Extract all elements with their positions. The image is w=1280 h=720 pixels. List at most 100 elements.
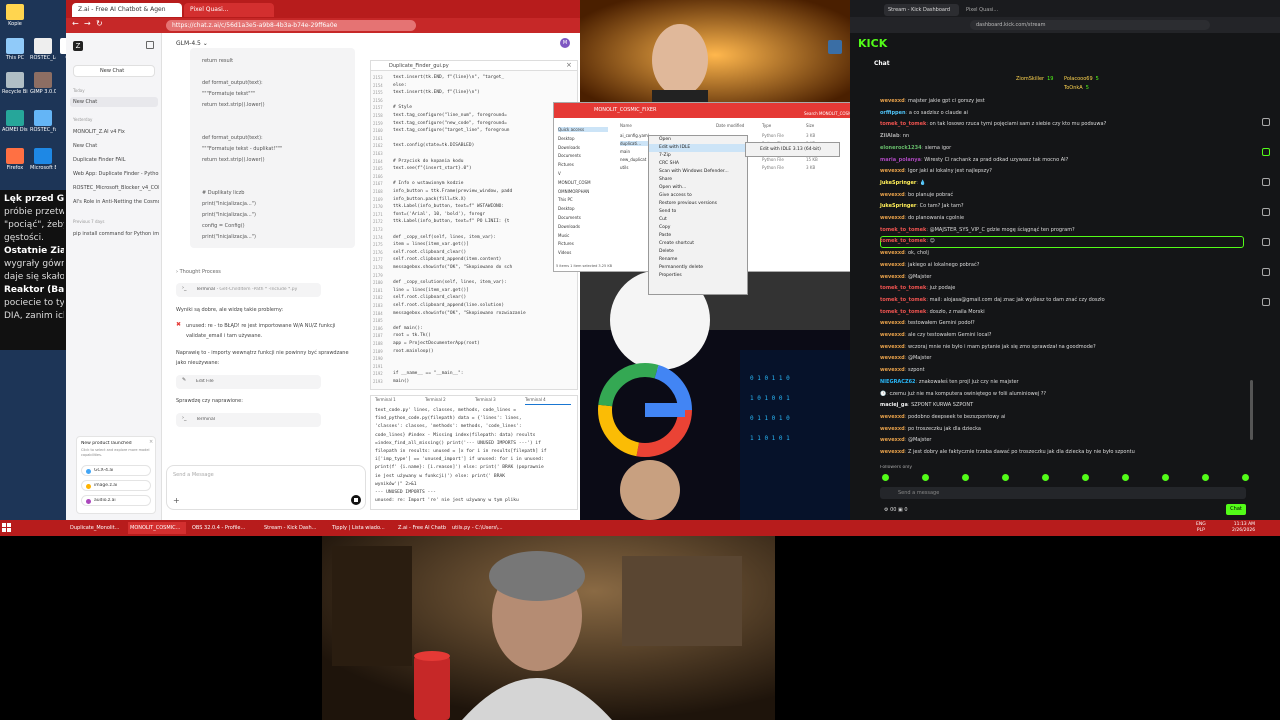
explorer-nav-item[interactable]: V <box>558 171 608 176</box>
browser-tab-zai[interactable]: Z.ai - Free AI Chatbot & Agen <box>72 3 182 17</box>
taskbar-app[interactable]: Stream - Kick Dash... <box>262 522 326 534</box>
explorer-column-header[interactable]: Name <box>620 123 632 128</box>
edit-file-card[interactable]: ✎ Edit File <box>176 375 321 389</box>
chat-username[interactable]: wevexxd <box>880 274 905 280</box>
kick-url[interactable]: dashboard.kick.com/stream <box>970 20 1210 30</box>
context-menu-item[interactable]: Open <box>649 136 747 144</box>
desktop-shortcut-icon[interactable]: This PC <box>2 38 28 61</box>
context-menu-item[interactable]: Share <box>649 176 747 184</box>
clock[interactable]: 11:13 AM 2/26/2026 <box>1232 522 1255 534</box>
language-indicator[interactable]: ENG PLP <box>1196 522 1206 534</box>
chat-username[interactable]: JukeSpringer <box>880 180 916 186</box>
desktop-shortcut-icon[interactable]: Firefox <box>2 148 28 171</box>
chat-username[interactable]: elonerock1234 <box>880 145 922 151</box>
desktop-shortcut-icon[interactable]: ROSTEC_Log <box>30 38 56 61</box>
chat-icon[interactable] <box>1262 148 1270 156</box>
context-menu-item[interactable]: Scan with Windows Defender... <box>649 168 747 176</box>
plus-icon[interactable]: + <box>173 496 180 505</box>
model-selector[interactable]: GLM-4.5 ⌄ <box>176 40 208 47</box>
submenu-edit-idle[interactable]: Edit with IDLE 3.13 (64-bit) <box>745 142 840 157</box>
chat-item[interactable]: New Chat <box>73 143 159 149</box>
context-menu-item[interactable]: Restore previous versions <box>649 200 747 208</box>
explorer-file-name[interactable]: new_duplicat <box>620 157 650 162</box>
chat-username[interactable]: wevexxd <box>880 192 905 198</box>
explorer-column-header[interactable]: Size <box>806 123 814 128</box>
taskbar-app[interactable]: Tipply | Lista wiado... <box>330 522 392 534</box>
chat-username[interactable]: maciej_ga <box>880 402 908 408</box>
explorer-nav-item[interactable]: Pictures <box>558 162 608 167</box>
taskbar-app[interactable]: OBS 32.0.4 - Profile... <box>190 522 256 534</box>
chat-item[interactable]: pip install command for Python imp. <box>73 231 159 237</box>
desktop-shortcut-icon[interactable]: AOMEI Disk <box>2 110 28 133</box>
promo-item[interactable]: image.z.ai <box>81 480 151 491</box>
emote-icon[interactable] <box>882 474 889 481</box>
chat-username[interactable]: tomek_to_tomek <box>880 297 926 303</box>
chat-username[interactable]: tomek_to_tomek <box>880 309 926 315</box>
explorer-nav-item[interactable]: Videos <box>558 250 608 255</box>
promo-item[interactable]: GCX-4.ai <box>81 465 151 476</box>
explorer-file-name[interactable]: ai_config.yaml <box>620 133 650 138</box>
chat-username[interactable]: wevexxd <box>880 320 905 326</box>
context-menu-item[interactable]: Copy <box>649 224 747 232</box>
taskbar-app[interactable]: MONOLIT_COSMIC... <box>128 522 186 534</box>
new-chat-button[interactable]: New Chat <box>73 65 155 77</box>
context-menu-item[interactable]: Permanently delete <box>649 264 747 272</box>
kick-tab[interactable]: Stream - Kick Dashboard <box>884 4 959 16</box>
terminal-tab[interactable]: Terminal 4 <box>525 397 571 405</box>
chat-username[interactable]: wevexxd <box>880 367 905 373</box>
emote-icon[interactable] <box>1122 474 1129 481</box>
wrench-icon[interactable] <box>1262 238 1270 246</box>
chat-username[interactable]: NIEGRACZ62 <box>880 379 916 385</box>
explorer-column-header[interactable]: Type <box>762 123 771 128</box>
link-icon[interactable] <box>1262 268 1270 276</box>
sidebar-toggle-icon[interactable] <box>146 41 154 49</box>
context-menu-item[interactable]: Rename <box>649 256 747 264</box>
chat-username[interactable]: wevexxd <box>880 332 905 338</box>
explorer-nav-item[interactable]: Pictures <box>558 241 608 246</box>
emote-icon[interactable] <box>1082 474 1089 481</box>
explorer-nav-item[interactable]: OMNIMORPHAN <box>558 189 608 194</box>
explorer-nav-item[interactable]: Desktop <box>558 136 608 141</box>
chat-input[interactable]: Send a message <box>880 487 1246 499</box>
context-menu-item[interactable]: Edit with IDLE <box>649 144 747 152</box>
desktop-file-icon[interactable] <box>828 40 842 54</box>
gear-icon[interactable] <box>1262 208 1270 216</box>
chat-username[interactable]: wevexxd <box>880 414 905 420</box>
message-input[interactable]: Send a Message <box>173 472 214 478</box>
context-menu-item[interactable]: Properties <box>649 272 747 280</box>
forward-icon[interactable]: → <box>84 19 91 28</box>
kick-tab-2[interactable]: Pixel Quasi... <box>966 4 1036 16</box>
desktop-shortcut-icon[interactable]: Microsoft Edge <box>30 148 56 171</box>
explorer-nav-item[interactable]: Music <box>558 233 608 238</box>
context-menu-item[interactable]: Paste <box>649 232 747 240</box>
explorer-file-name[interactable]: main <box>620 149 650 154</box>
close-icon[interactable]: × <box>566 61 572 69</box>
explorer-nav-item[interactable]: Documents <box>558 153 608 158</box>
emote-icon[interactable] <box>1042 474 1049 481</box>
taskbar-app[interactable]: Duplicate_Monolit... <box>68 522 126 534</box>
chat-username[interactable]: wevexxd <box>880 355 905 361</box>
chat-scrollbar[interactable] <box>1250 380 1253 440</box>
terminal-tab[interactable]: Terminal 1 <box>375 397 421 405</box>
chat-username[interactable]: wevexxd <box>880 426 905 432</box>
stop-button[interactable] <box>351 495 361 505</box>
explorer-nav-item[interactable]: Downloads <box>558 224 608 229</box>
terminal-tool-card[interactable]: ›_ Terminal <box>176 413 321 427</box>
context-menu-item[interactable]: Give access to <box>649 192 747 200</box>
emote-icon[interactable] <box>962 474 969 481</box>
taskbar-app[interactable]: utils.py - C:\Users\... <box>450 522 510 534</box>
user-icon[interactable] <box>1262 178 1270 186</box>
top-gifter[interactable]: Polacooo69 5 <box>1064 76 1099 82</box>
chat-username[interactable]: wevexxd <box>880 449 905 455</box>
context-menu-item[interactable]: 7-Zip <box>649 152 747 160</box>
chat-username[interactable]: tomek_to_tomek <box>880 238 926 244</box>
context-menu-item[interactable]: Cut <box>649 216 747 224</box>
browser-tab-other[interactable]: Pixel Quasi... <box>184 3 274 17</box>
emote-icon[interactable] <box>1002 474 1009 481</box>
terminal-tab[interactable]: Terminal 3 <box>475 397 521 405</box>
explorer-file-name[interactable]: duplicati... <box>620 141 650 146</box>
promo-item[interactable]: audio.z.ai <box>81 495 151 506</box>
explorer-nav-item[interactable]: Quick access <box>558 127 608 132</box>
chat-send-button[interactable]: Chat <box>1226 504 1246 515</box>
explorer-nav-item[interactable]: Documents <box>558 215 608 220</box>
